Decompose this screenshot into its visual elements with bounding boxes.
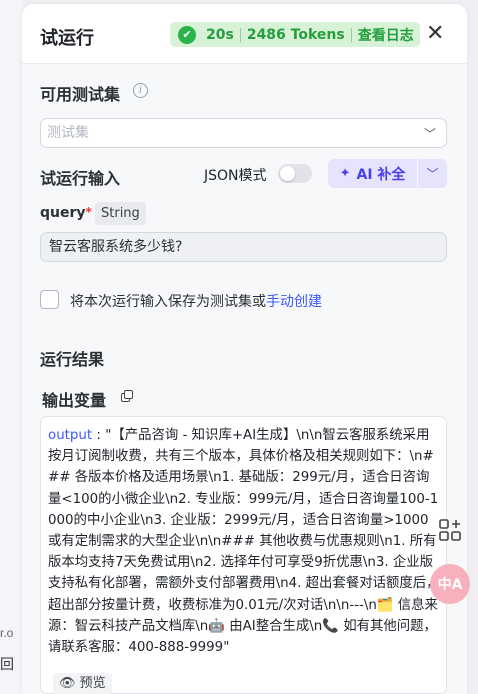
translate-icon[interactable]: 中A — [430, 564, 470, 604]
preview-button[interactable]: 👁 预览 — [53, 673, 112, 694]
info-icon[interactable]: i — [133, 83, 148, 98]
json-mode-toggle[interactable] — [278, 164, 312, 183]
success-check-icon: ✔ — [178, 25, 196, 44]
sparkle-icon: ✦ — [339, 166, 351, 181]
query-name: query — [40, 205, 86, 221]
testset-select[interactable]: 测试集 ﹀ — [40, 118, 447, 148]
required-mark: * — [85, 205, 92, 219]
save-testset-checkbox[interactable] — [40, 290, 59, 309]
chevron-down-icon: ﹀ — [423, 127, 436, 141]
copy-icon[interactable] — [121, 390, 133, 402]
testset-label: 可用测试集 — [40, 85, 121, 104]
run-input-label: 试运行输入 — [40, 169, 121, 188]
testset-placeholder: 测试集 — [47, 125, 89, 141]
manual-create-link[interactable]: 手动创建 — [266, 294, 322, 310]
output-box: output : "【产品咨询 - 知识库+AI生成】\n\n智云客服系统采用按… — [40, 416, 447, 694]
ai-complete-button[interactable]: ✦ AI 补全 — [328, 159, 417, 188]
toggle-knob — [280, 166, 295, 181]
query-input[interactable]: 智云客服系统多少钱? — [40, 232, 447, 262]
query-param-name: query* — [40, 205, 92, 221]
json-mode-label: JSON模式 — [204, 168, 267, 184]
preview-label: 预览 — [79, 676, 106, 691]
output-variable-label: 输出变量 — [42, 391, 107, 410]
background-text-fragment: 回 — [0, 656, 14, 672]
save-testset-label: 将本次运行输入保存为测试集或 — [70, 294, 266, 310]
view-log-link[interactable]: 查看日志 — [358, 25, 414, 45]
run-duration: 20s — [206, 26, 234, 43]
background-text-fragment: r.o — [0, 626, 14, 640]
divider — [350, 27, 352, 42]
save-testset-text: 将本次运行输入保存为测试集或手动创建 — [70, 291, 322, 311]
divider — [239, 27, 241, 42]
close-icon[interactable]: ✕ — [426, 22, 444, 46]
ai-complete-label: AI 补全 — [356, 166, 406, 183]
apps-grid-icon[interactable] — [430, 510, 470, 550]
panel-header: 试运行 ✔ 20s 2486 Tokens 查看日志 ✕ — [22, 4, 467, 64]
query-type-tag: String — [95, 202, 146, 225]
ai-dropdown-button[interactable]: ﹀ — [418, 159, 447, 188]
test-run-panel: 试运行 ✔ 20s 2486 Tokens 查看日志 ✕ 可用测试集 i 测试集… — [22, 4, 467, 694]
results-label: 运行结果 — [40, 350, 105, 369]
background-strip — [0, 0, 22, 694]
chevron-down-icon: ﹀ — [426, 167, 439, 181]
run-status-badge: ✔ 20s 2486 Tokens 查看日志 — [170, 22, 420, 47]
output-key: output — [48, 428, 93, 443]
output-value: "【产品咨询 - 知识库+AI生成】\n\n智云客服系统采用按月订阅制收费，共有… — [48, 428, 440, 656]
panel-title: 试运行 — [40, 28, 94, 49]
token-count: 2486 Tokens — [246, 26, 345, 43]
